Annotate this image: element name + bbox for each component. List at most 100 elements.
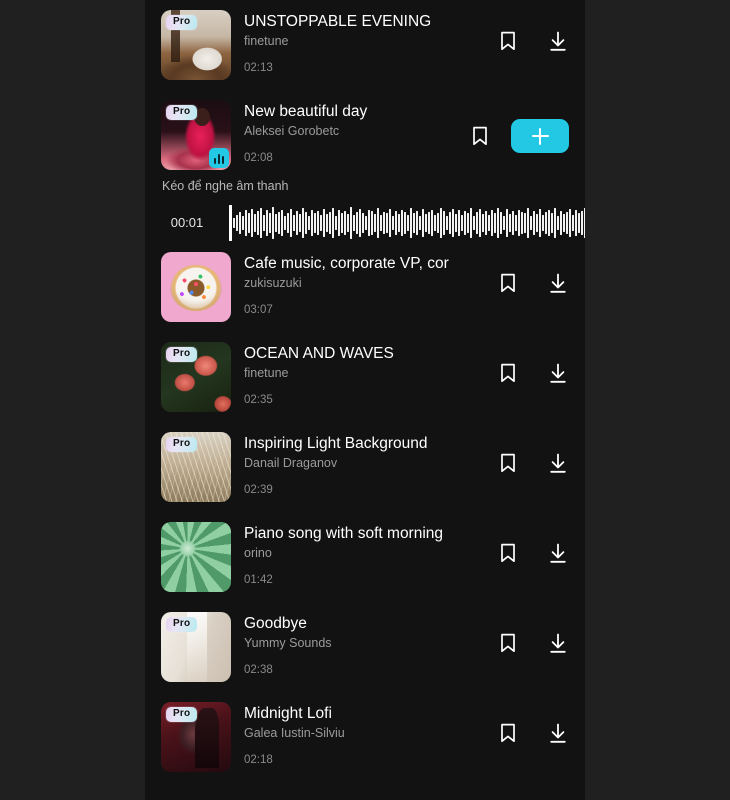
waveform-bar — [487, 215, 490, 231]
track-artist: Galea Iustin-Silviu — [244, 726, 345, 740]
add-track-button[interactable] — [511, 119, 569, 153]
track-actions — [497, 721, 569, 745]
waveform-bar — [478, 209, 481, 237]
track-artist: orino — [244, 546, 272, 560]
waveform-bar — [571, 215, 574, 231]
track-row[interactable]: Pro Inspiring Light Background Danail Drag… — [145, 422, 585, 512]
waveform-bar — [562, 214, 565, 232]
waveform-bar — [358, 209, 361, 237]
waveform-bar — [511, 211, 514, 235]
track-actions — [497, 361, 569, 385]
waveform-bar — [454, 214, 457, 232]
waveform-bar — [535, 214, 538, 232]
bookmark-icon[interactable] — [497, 541, 519, 565]
track-title: UNSTOPPABLE EVENING — [244, 13, 432, 30]
waveform-bar — [313, 213, 316, 233]
waveform-bar — [301, 208, 304, 238]
waveform-scrubber[interactable] — [229, 204, 585, 242]
waveform-bar — [577, 213, 580, 233]
waveform-bar — [580, 211, 583, 235]
bookmark-icon[interactable] — [497, 451, 519, 475]
waveform-bar — [286, 213, 289, 233]
track-thumbnail[interactable] — [161, 522, 231, 592]
download-icon[interactable] — [547, 451, 569, 475]
track-thumbnail[interactable]: Pro — [161, 100, 231, 170]
track-thumbnail[interactable]: Pro — [161, 342, 231, 412]
waveform-bar — [415, 211, 418, 235]
track-row[interactable]: Pro Midnight Lofi Galea Iustin-Silviu 02:18 — [145, 692, 585, 782]
waveform-bar — [280, 210, 283, 236]
track-row[interactable]: Piano song with soft morning orino 01:42 — [145, 512, 585, 602]
waveform-bar — [271, 207, 274, 239]
waveform-bar — [319, 215, 322, 231]
pro-badge: Pro — [166, 347, 198, 362]
pro-badge: Pro — [166, 105, 198, 120]
bookmark-icon[interactable] — [497, 271, 519, 295]
track-title: New beautiful day — [244, 103, 368, 120]
track-row[interactable]: Pro New beautiful day Aleksei Gorobetc 02:0… — [145, 90, 585, 242]
track-thumbnail[interactable] — [161, 252, 231, 322]
waveform-bar — [538, 209, 541, 237]
waveform-bar — [574, 210, 577, 236]
track-thumbnail[interactable]: Pro — [161, 612, 231, 682]
waveform-bar — [583, 208, 585, 238]
waveform-bar — [547, 210, 550, 236]
track-duration: 02:39 — [244, 484, 273, 496]
track-thumbnail[interactable]: Pro — [161, 432, 231, 502]
track-row[interactable]: Pro Goodbye Yummy Sounds 02:38 — [145, 602, 585, 692]
waveform-bar — [235, 215, 238, 231]
track-actions — [497, 451, 569, 475]
waveform-bar — [508, 214, 511, 232]
waveform-bar — [433, 215, 436, 231]
track-row[interactable]: Cafe music, corporate VP, cor zukisuzuki 0… — [145, 242, 585, 332]
bookmark-icon[interactable] — [497, 361, 519, 385]
bookmark-icon[interactable] — [497, 29, 519, 53]
waveform-bar — [568, 209, 571, 237]
download-icon[interactable] — [547, 271, 569, 295]
waveform-bar — [262, 215, 265, 231]
current-time-label: 00:01 — [170, 215, 204, 230]
track-row[interactable]: Pro UNSTOPPABLE EVENING finetune 02:13 — [145, 0, 585, 90]
waveform-bar — [406, 215, 409, 231]
track-row[interactable]: Pro OCEAN AND WAVES finetune 02:35 — [145, 332, 585, 422]
waveform-bar — [496, 208, 499, 238]
bookmark-icon[interactable] — [469, 124, 491, 148]
download-icon[interactable] — [547, 721, 569, 745]
waveform-bar — [445, 216, 448, 230]
pro-badge: Pro — [166, 707, 198, 722]
waveform-bar — [553, 208, 556, 238]
waveform-bar — [244, 210, 247, 236]
thumbnail-artwork — [161, 522, 231, 592]
audio-player[interactable]: Kéo để nghe âm thanh 00:01 — [145, 179, 585, 242]
track-title: Inspiring Light Background — [244, 435, 428, 452]
waveform-bar — [421, 209, 424, 237]
thumbnail-image: Pro — [161, 342, 231, 412]
waveform-bar — [541, 215, 544, 231]
download-icon[interactable] — [547, 361, 569, 385]
waveform-bar — [499, 212, 502, 234]
download-icon[interactable] — [547, 631, 569, 655]
track-artist: finetune — [244, 366, 289, 380]
track-actions — [497, 271, 569, 295]
track-thumbnail[interactable]: Pro — [161, 10, 231, 80]
waveform-bar — [376, 208, 379, 238]
bookmark-icon[interactable] — [497, 631, 519, 655]
waveform-bar — [289, 209, 292, 237]
track-title: Cafe music, corporate VP, cor — [244, 255, 449, 272]
equalizer-icon — [209, 148, 229, 168]
track-duration: 02:08 — [244, 152, 273, 164]
waveform-bar — [247, 213, 250, 233]
waveform-bar — [274, 214, 277, 232]
track-title: Midnight Lofi — [244, 705, 332, 722]
track-thumbnail[interactable]: Pro — [161, 702, 231, 772]
waveform-bar — [457, 210, 460, 236]
track-duration: 02:35 — [244, 394, 273, 406]
download-icon[interactable] — [547, 29, 569, 53]
track-duration: 01:42 — [244, 574, 273, 586]
bookmark-icon[interactable] — [497, 721, 519, 745]
waveform-bar — [343, 211, 346, 235]
thumbnail-artwork — [161, 252, 231, 322]
waveform-bar — [514, 215, 517, 231]
download-icon[interactable] — [547, 541, 569, 565]
waveform-bar — [337, 210, 340, 236]
